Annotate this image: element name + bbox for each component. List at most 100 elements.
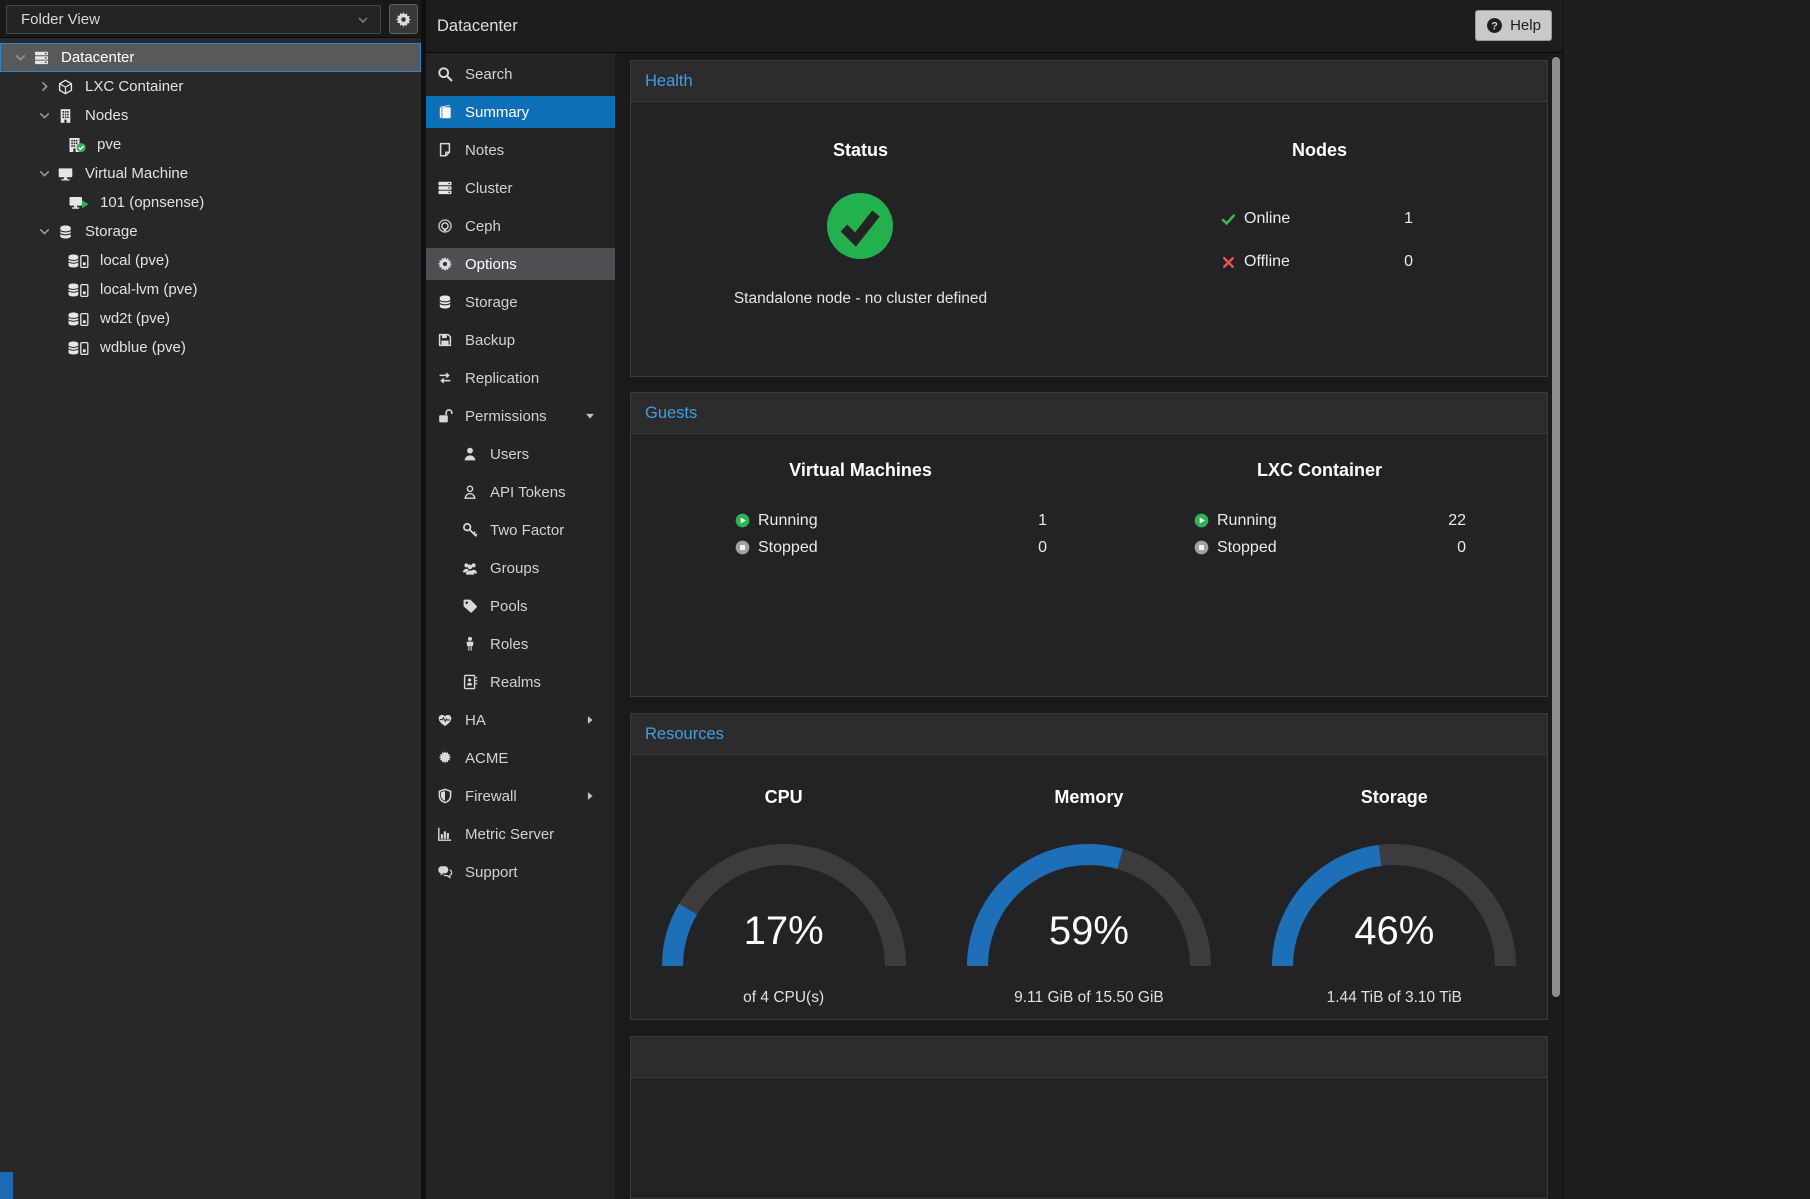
address-book-icon (462, 674, 478, 690)
lxc-running-row: Running 22 (1194, 507, 1466, 534)
nav-item-realms[interactable]: Realms (426, 666, 615, 698)
nav-item-label: ACME (465, 750, 508, 767)
nav-item-label: Cluster (465, 180, 513, 197)
view-mode-select[interactable]: Folder View (6, 5, 381, 34)
nav-item-permissions[interactable]: Permissions (426, 400, 615, 432)
nav-item-ceph[interactable]: Ceph (426, 210, 615, 242)
row-label: Offline (1244, 253, 1404, 271)
tree-settings-button[interactable] (389, 4, 418, 34)
nav-item-metric-server[interactable]: Metric Server (426, 818, 615, 850)
gear-icon (437, 256, 453, 272)
nav-item-label: Search (465, 66, 513, 83)
vm-stopped-row: Stopped 0 (735, 534, 1047, 561)
tree-item-wdblue[interactable]: wdblue (pve) (0, 333, 421, 362)
page-title: Datacenter (437, 17, 518, 36)
tree-item-virtual-machine[interactable]: Virtual Machine (0, 159, 421, 188)
nav-item-roles[interactable]: Roles (426, 628, 615, 660)
cluster-icon (437, 180, 453, 196)
stop-circle-icon (735, 540, 750, 555)
storage-disk-icon (67, 311, 91, 327)
expand-icon[interactable] (37, 79, 52, 94)
proxmox-screen: Folder View Datacenter LXC Container (0, 0, 1810, 1199)
tree-item-datacenter[interactable]: Datacenter (0, 43, 421, 72)
nav-item-ha[interactable]: HA (426, 704, 615, 736)
play-circle-icon (735, 513, 750, 528)
tree-item-label: wdblue (pve) (100, 339, 186, 356)
cpu-gauge-column: CPU 17% of 4 CPU(s) (631, 755, 936, 1007)
vm-running-icon (67, 195, 91, 211)
storage-gauge-column: Storage 46% 1.44 TiB of 3.10 TiB (1242, 755, 1547, 1007)
vm-icon (55, 166, 76, 182)
nav-item-options[interactable]: Options (426, 248, 615, 280)
nav-item-label: Backup (465, 332, 515, 349)
nav-item-search[interactable]: Search (426, 58, 615, 90)
tree-item-101-opnsense[interactable]: 101 (opnsense) (0, 188, 421, 217)
collapse-icon[interactable] (37, 108, 52, 123)
floppy-icon (437, 332, 453, 348)
nav-item-storage[interactable]: Storage (426, 286, 615, 318)
tree-item-local[interactable]: local (pve) (0, 246, 421, 275)
nav-item-notes[interactable]: Notes (426, 134, 615, 166)
scrollbar-thumb[interactable] (1552, 57, 1560, 997)
nav-item-label: Notes (465, 142, 504, 159)
caret-down-icon (583, 409, 597, 423)
help-button[interactable]: ? Help (1475, 10, 1552, 41)
nav-item-label: Groups (490, 560, 539, 577)
collapse-icon[interactable] (13, 50, 28, 65)
nav-item-cluster[interactable]: Cluster (426, 172, 615, 204)
row-value: 22 (1448, 512, 1466, 530)
cpu-heading: CPU (765, 787, 803, 808)
tree-item-storage[interactable]: Storage (0, 217, 421, 246)
status-heading: Status (631, 140, 1090, 161)
row-label: Running (758, 512, 1038, 530)
nav-item-users[interactable]: Users (426, 438, 615, 470)
storage-detail: 1.44 TiB of 3.10 TiB (1327, 989, 1462, 1007)
tree-item-local-lvm[interactable]: local-lvm (pve) (0, 275, 421, 304)
health-panel: Health Status Standalone node - no clust… (630, 60, 1548, 377)
nav-item-label: Firewall (465, 788, 517, 805)
panel-title: Health (645, 72, 693, 91)
nav-item-replication[interactable]: Replication (426, 362, 615, 394)
nav-item-label: Replication (465, 370, 539, 387)
ceph-icon (437, 218, 453, 234)
tree-item-label: Datacenter (61, 49, 134, 66)
row-value: 1 (1038, 512, 1047, 530)
main-area: Datacenter ? Help Search Summary Notes (426, 0, 1563, 1199)
lxc-column: LXC Container Running 22 Stopped 0 (1090, 434, 1549, 710)
next-panel-header (631, 1037, 1547, 1078)
collapse-icon[interactable] (37, 224, 52, 239)
nav-item-summary[interactable]: Summary (426, 96, 615, 128)
tree-item-nodes[interactable]: Nodes (0, 101, 421, 130)
collapse-icon[interactable] (37, 166, 52, 181)
nav-item-firewall[interactable]: Firewall (426, 780, 615, 812)
node-online-icon (67, 137, 88, 153)
user-outline-icon (462, 484, 478, 500)
vertical-scrollbar[interactable] (1550, 54, 1562, 1199)
tree-item-lxc-container[interactable]: LXC Container (0, 72, 421, 101)
vm-rows: Running 1 Stopped 0 (735, 507, 1047, 561)
node-icon (55, 108, 76, 124)
nav-item-api-tokens[interactable]: API Tokens (426, 476, 615, 508)
resource-tree: Datacenter LXC Container Nodes pve Virtu… (0, 38, 421, 362)
nav-item-support[interactable]: Support (426, 856, 615, 888)
nav-item-two-factor[interactable]: Two Factor (426, 514, 615, 546)
nav-item-groups[interactable]: Groups (426, 552, 615, 584)
memory-heading: Memory (1054, 787, 1123, 808)
vm-running-row: Running 1 (735, 507, 1047, 534)
vm-heading: Virtual Machines (631, 460, 1090, 481)
tree-item-label: Virtual Machine (85, 165, 188, 182)
nodes-rows: Online 1 Offline 0 (1221, 205, 1413, 291)
nav-item-label: Roles (490, 636, 528, 653)
nav-item-backup[interactable]: Backup (426, 324, 615, 356)
nav-item-acme[interactable]: ACME (426, 742, 615, 774)
tree-item-wd2t[interactable]: wd2t (pve) (0, 304, 421, 333)
resources-panel-header: Resources (631, 714, 1547, 755)
container-icon (55, 79, 76, 95)
nav-item-pools[interactable]: Pools (426, 590, 615, 622)
comments-icon (437, 864, 453, 880)
lxc-stopped-row: Stopped 0 (1194, 534, 1466, 561)
status-column: Status Standalone node - no cluster defi… (631, 102, 1090, 378)
tree-item-pve[interactable]: pve (0, 130, 421, 159)
virtual-machines-column: Virtual Machines Running 1 Stopped 0 (631, 434, 1090, 710)
row-label: Stopped (1217, 539, 1457, 557)
